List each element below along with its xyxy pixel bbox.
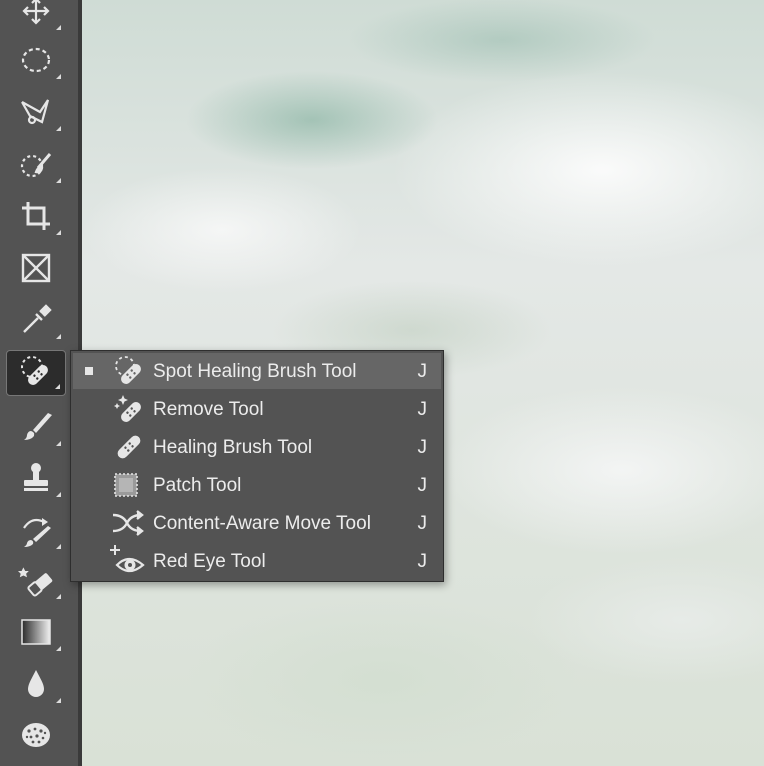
menu-item-patch-tool[interactable]: Patch Tool J bbox=[73, 467, 441, 503]
menu-item-shortcut: J bbox=[417, 551, 428, 572]
patch-icon bbox=[109, 469, 149, 501]
move-icon bbox=[18, 0, 54, 34]
elliptical-marquee-icon bbox=[18, 42, 54, 83]
menu-item-label: Patch Tool bbox=[153, 475, 242, 496]
tools-panel bbox=[0, 0, 78, 766]
menu-item-label: Red Eye Tool bbox=[153, 551, 266, 572]
spot-healing-brush-icon bbox=[18, 353, 54, 394]
menu-item-label: Content-Aware Move Tool bbox=[153, 513, 371, 534]
menu-item-healing-brush[interactable]: Healing Brush Tool J bbox=[73, 429, 441, 465]
history-brush-tool-button[interactable] bbox=[6, 509, 66, 555]
eyedropper-icon bbox=[18, 302, 54, 343]
crop-tool-button[interactable] bbox=[6, 195, 66, 241]
move-tool-button[interactable] bbox=[6, 0, 66, 36]
menu-item-label: Healing Brush Tool bbox=[153, 437, 313, 458]
stamp-icon bbox=[18, 460, 54, 501]
sponge-tool-button[interactable] bbox=[6, 714, 66, 760]
eraser-icon bbox=[18, 562, 54, 603]
healing-tools-flyout-menu: Spot Healing Brush Tool J Remove Tool J bbox=[70, 350, 444, 582]
brush-icon bbox=[18, 409, 54, 450]
crop-icon bbox=[18, 198, 54, 239]
object-selection-tool-button[interactable] bbox=[6, 143, 66, 189]
menu-item-shortcut: J bbox=[417, 475, 428, 496]
eyedropper-tool-button[interactable] bbox=[6, 299, 66, 345]
blur-tool-button[interactable] bbox=[6, 663, 66, 709]
menu-item-shortcut: J bbox=[417, 361, 428, 382]
menu-item-spot-healing-brush[interactable]: Spot Healing Brush Tool J bbox=[73, 353, 441, 389]
gradient-tool-button[interactable] bbox=[6, 611, 66, 657]
gradient-icon bbox=[18, 614, 54, 655]
menu-item-shortcut: J bbox=[417, 437, 428, 458]
marquee-tool-button[interactable] bbox=[6, 39, 66, 85]
red-eye-icon bbox=[109, 545, 149, 577]
blur-drop-icon bbox=[18, 666, 54, 707]
remove-tool-icon bbox=[109, 393, 149, 425]
menu-item-label: Remove Tool bbox=[153, 399, 264, 420]
content-aware-move-icon bbox=[109, 507, 149, 539]
quick-selection-icon bbox=[18, 146, 54, 187]
frame-tool-button[interactable] bbox=[6, 247, 66, 293]
menu-item-label: Spot Healing Brush Tool bbox=[153, 361, 357, 382]
eraser-tool-button[interactable] bbox=[6, 559, 66, 605]
menu-item-content-aware-move[interactable]: Content-Aware Move Tool J bbox=[73, 505, 441, 541]
spot-healing-tool-button[interactable] bbox=[6, 350, 66, 396]
brush-tool-button[interactable] bbox=[6, 406, 66, 452]
sponge-icon bbox=[18, 717, 54, 758]
polygonal-lasso-icon bbox=[18, 94, 54, 135]
frame-icon bbox=[18, 250, 54, 291]
history-brush-icon bbox=[18, 512, 54, 553]
selected-bullet bbox=[85, 367, 93, 375]
lasso-tool-button[interactable] bbox=[6, 91, 66, 137]
menu-item-red-eye[interactable]: Red Eye Tool J bbox=[73, 543, 441, 579]
spot-healing-brush-icon bbox=[109, 355, 149, 387]
menu-item-shortcut: J bbox=[417, 399, 428, 420]
healing-brush-icon bbox=[109, 431, 149, 463]
clone-stamp-tool-button[interactable] bbox=[6, 457, 66, 503]
menu-item-shortcut: J bbox=[417, 513, 428, 534]
menu-item-remove-tool[interactable]: Remove Tool J bbox=[73, 391, 441, 427]
